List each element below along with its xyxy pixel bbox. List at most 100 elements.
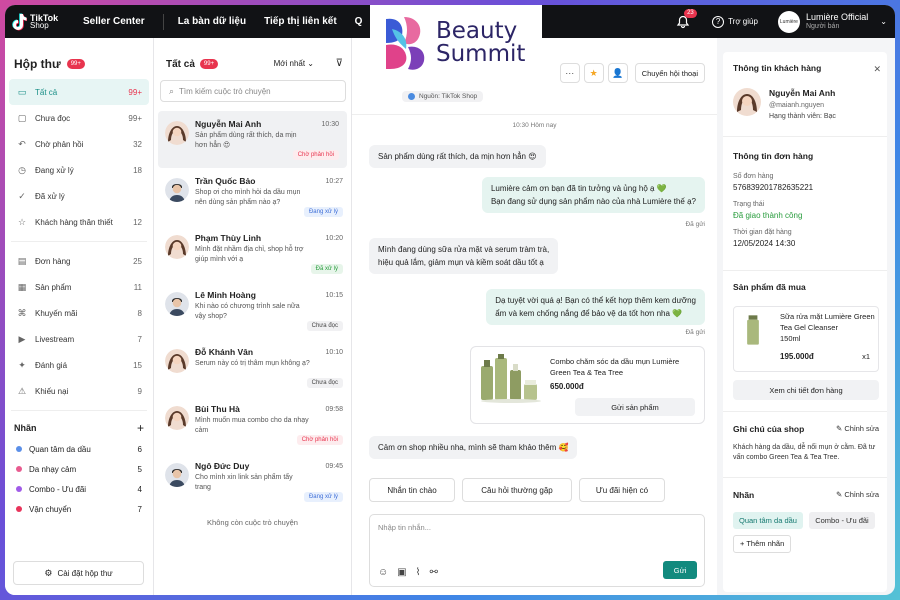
chat-actions: ··· ★ 👤 Chuyển hội thoại — [556, 63, 705, 83]
sidebar-item-count: 15 — [133, 360, 142, 370]
chevron-down-icon: ⌄ — [307, 59, 314, 68]
inbox-icon: ▭ — [17, 86, 27, 97]
label-count: 5 — [137, 464, 142, 474]
sidebar-item-label: Sản phẩm — [35, 282, 72, 292]
settings-label: Cài đặt hộp thư — [57, 568, 113, 578]
contact-avatar — [165, 292, 189, 316]
sidebar-item[interactable]: ▶ Livestream 7 — [9, 326, 149, 352]
beauty-summit-mark-icon — [386, 16, 425, 70]
filter-icon[interactable]: ⊽ — [336, 58, 343, 69]
send-product-button[interactable]: Gửi sản phẩm — [575, 398, 695, 416]
edit-tags-button[interactable]: ✎ Chỉnh sửa — [836, 490, 879, 499]
sidebar-item[interactable]: ◷ Đang xử lý 18 — [9, 157, 149, 183]
top-nav: Seller Center La bàn dữ liệu Tiếp thị li… — [83, 13, 380, 30]
user-menu[interactable]: Lumière Lumière Official Người bán ⌄ — [777, 10, 887, 33]
sidebar-item-label: Khuyến mãi — [35, 308, 78, 318]
customer-handle: @maianh.nguyen — [769, 102, 824, 109]
status-badge: Đang xử lý — [303, 492, 343, 502]
more-options-button[interactable]: ··· — [559, 63, 580, 83]
label-item[interactable]: Da nhạy cảm 5 — [5, 459, 153, 479]
quick-reply-faq[interactable]: Câu hỏi thường gặp — [462, 478, 572, 502]
sidebar-item[interactable]: ⌘ Khuyến mãi 8 — [9, 300, 149, 326]
label-item[interactable]: Vận chuyển 7 — [5, 499, 153, 519]
conversation-item[interactable]: Ngô Đức Duy Cho mình xin link sản phẩm tẩ… — [154, 453, 351, 510]
label-color-dot — [16, 466, 22, 472]
sidebar-item-label: Livestream — [35, 334, 75, 344]
purchased-product-card[interactable]: Sữa rửa mặt Lumière Green Tea Gel Cleans… — [733, 306, 879, 372]
quick-reply-offers[interactable]: Ưu đãi hiện có — [579, 478, 665, 502]
status-badge: Đang xử lý — [303, 207, 343, 217]
source-label: Nguồn: TikTok Shop — [419, 93, 478, 100]
status-badge: Chờ phản hồi — [292, 150, 339, 160]
conversation-item[interactable]: Bùi Thu Hà Mình muốn mua combo cho da nhạ… — [154, 396, 351, 453]
label-item[interactable]: Quan tâm da dầu 6 — [5, 439, 153, 459]
sidebar-item[interactable]: ↶ Chờ phản hồi 32 — [9, 131, 149, 157]
message-incoming: Mình đang dùng sữa rửa mặt và serum tràm… — [369, 238, 559, 274]
star-button[interactable]: ★ — [583, 63, 604, 83]
message-composer[interactable]: Nhập tin nhắn... ☺ ▣ ⌇ ⚯ Gửi — [369, 514, 705, 587]
conversation-item[interactable]: Phạm Thùy Linh Mình đặt nhầm địa chỉ, sho… — [154, 225, 351, 282]
close-icon[interactable]: ✕ — [873, 64, 881, 75]
sidebar-item[interactable]: ☆ Khách hàng thân thiết 12 — [9, 209, 149, 235]
label-item[interactable]: Combo - Ưu đãi 4 — [5, 479, 153, 499]
status-badge: Chờ phản hồi — [296, 435, 343, 445]
sidebar-item-count: 9 — [137, 386, 142, 396]
purchased-product-name: Sữa rửa mặt Lumière Green Tea Gel Cleans… — [780, 312, 875, 332]
gear-icon: ⚙ — [44, 567, 53, 578]
conversation-search-input[interactable]: ⌕ Tìm kiếm cuộc trò chuyện — [160, 80, 346, 102]
help-button[interactable]: ? Trợ giúp — [712, 15, 758, 28]
nav-seller-center[interactable]: Seller Center — [83, 16, 145, 27]
sidebar-item-count: 32 — [133, 139, 142, 149]
add-tag-button[interactable]: + Thêm nhãn — [733, 535, 792, 553]
sidebar-item[interactable]: ⚠ Khiếu nại 9 — [9, 378, 149, 404]
app-frame: TikTok Shop Seller Center La bàn dữ liệu… — [5, 5, 895, 595]
sidebar-divider — [11, 410, 147, 411]
sidebar-item-count: 12 — [133, 217, 142, 227]
sidebar-item[interactable]: ▭ Tất cả 99+ — [9, 79, 149, 105]
message-time: 10:15 — [325, 292, 343, 299]
customer-tag[interactable]: Combo - Ưu đãi — [809, 512, 875, 529]
nav-affiliate[interactable]: Tiếp thị liên kết — [264, 16, 337, 27]
help-label: Trợ giúp — [728, 17, 758, 26]
emoji-icon[interactable]: ☺ — [378, 567, 388, 578]
purchased-product-qty: x1 — [862, 352, 870, 361]
conversation-list-title: Tất cả — [166, 58, 195, 70]
conversation-item[interactable]: Trần Quốc Bảo Shop ơi cho mình hỏi da dầu… — [154, 168, 351, 225]
sidebar-item[interactable]: ✦ Đánh giá 15 — [9, 352, 149, 378]
add-label-icon[interactable]: + — [137, 421, 144, 435]
conversation-item[interactable]: Lê Minh Hoàng Khi nào có chương trình sal… — [154, 282, 351, 339]
conversation-item[interactable]: Đỗ Khánh Vân Serum này có trị thâm mụn kh… — [154, 339, 351, 396]
nav-data-compass[interactable]: La bàn dữ liệu — [178, 16, 246, 27]
label-name: Quan tâm da dầu — [29, 444, 91, 454]
sidebar-item[interactable]: ▢ Chưa đọc 99+ — [9, 105, 149, 131]
message-input-placeholder: Nhập tin nhắn... — [378, 523, 431, 532]
sidebar-item[interactable]: ✓ Đã xử lý — [9, 183, 149, 209]
conversation-item[interactable]: Nguyễn Mai Anh Sản phẩm dùng rất thích, d… — [158, 111, 347, 168]
composer-tools: ☺ ▣ ⌇ ⚯ — [378, 567, 447, 578]
sort-dropdown[interactable]: Mới nhất ⌄ — [274, 59, 314, 68]
order-time-value: 12/05/2024 14:30 — [733, 239, 796, 248]
transfer-conversation-button[interactable]: Chuyển hội thoại — [634, 63, 705, 83]
sidebar-item[interactable]: ▤ Đơn hàng 25 — [9, 248, 149, 274]
sidebar-item-count: 99+ — [128, 113, 142, 123]
view-order-detail-button[interactable]: Xem chi tiết đơn hàng — [733, 380, 879, 400]
image-icon[interactable]: ▣ — [397, 567, 406, 578]
edit-note-button[interactable]: ✎ Chỉnh sửa — [836, 424, 879, 433]
clock-icon: ◷ — [18, 164, 26, 175]
attachment-icon[interactable]: ⌇ — [416, 567, 421, 578]
tiktok-shop-logo[interactable]: TikTok Shop — [11, 13, 75, 31]
nav-more[interactable]: Q — [355, 16, 363, 27]
label-color-dot — [16, 506, 22, 512]
inbox-settings-button[interactable]: ⚙ Cài đặt hộp thư — [13, 561, 144, 585]
sidebar-item[interactable]: ▦ Sản phẩm 11 — [9, 274, 149, 300]
sidebar-divider — [11, 241, 147, 242]
assign-user-button[interactable]: 👤 — [607, 63, 628, 83]
notification-button[interactable]: 23 — [676, 8, 697, 29]
sidebar-item-label: Đánh giá — [35, 360, 68, 370]
quick-reply-greeting[interactable]: Nhắn tin chào — [369, 478, 455, 502]
send-button[interactable]: Gửi — [663, 561, 697, 579]
labels-title: Nhãn — [14, 423, 37, 433]
customer-tag[interactable]: Quan tâm da dầu — [733, 512, 803, 529]
status-badge: Chưa đọc — [306, 321, 343, 331]
product-link-icon[interactable]: ⚯ — [430, 567, 438, 578]
